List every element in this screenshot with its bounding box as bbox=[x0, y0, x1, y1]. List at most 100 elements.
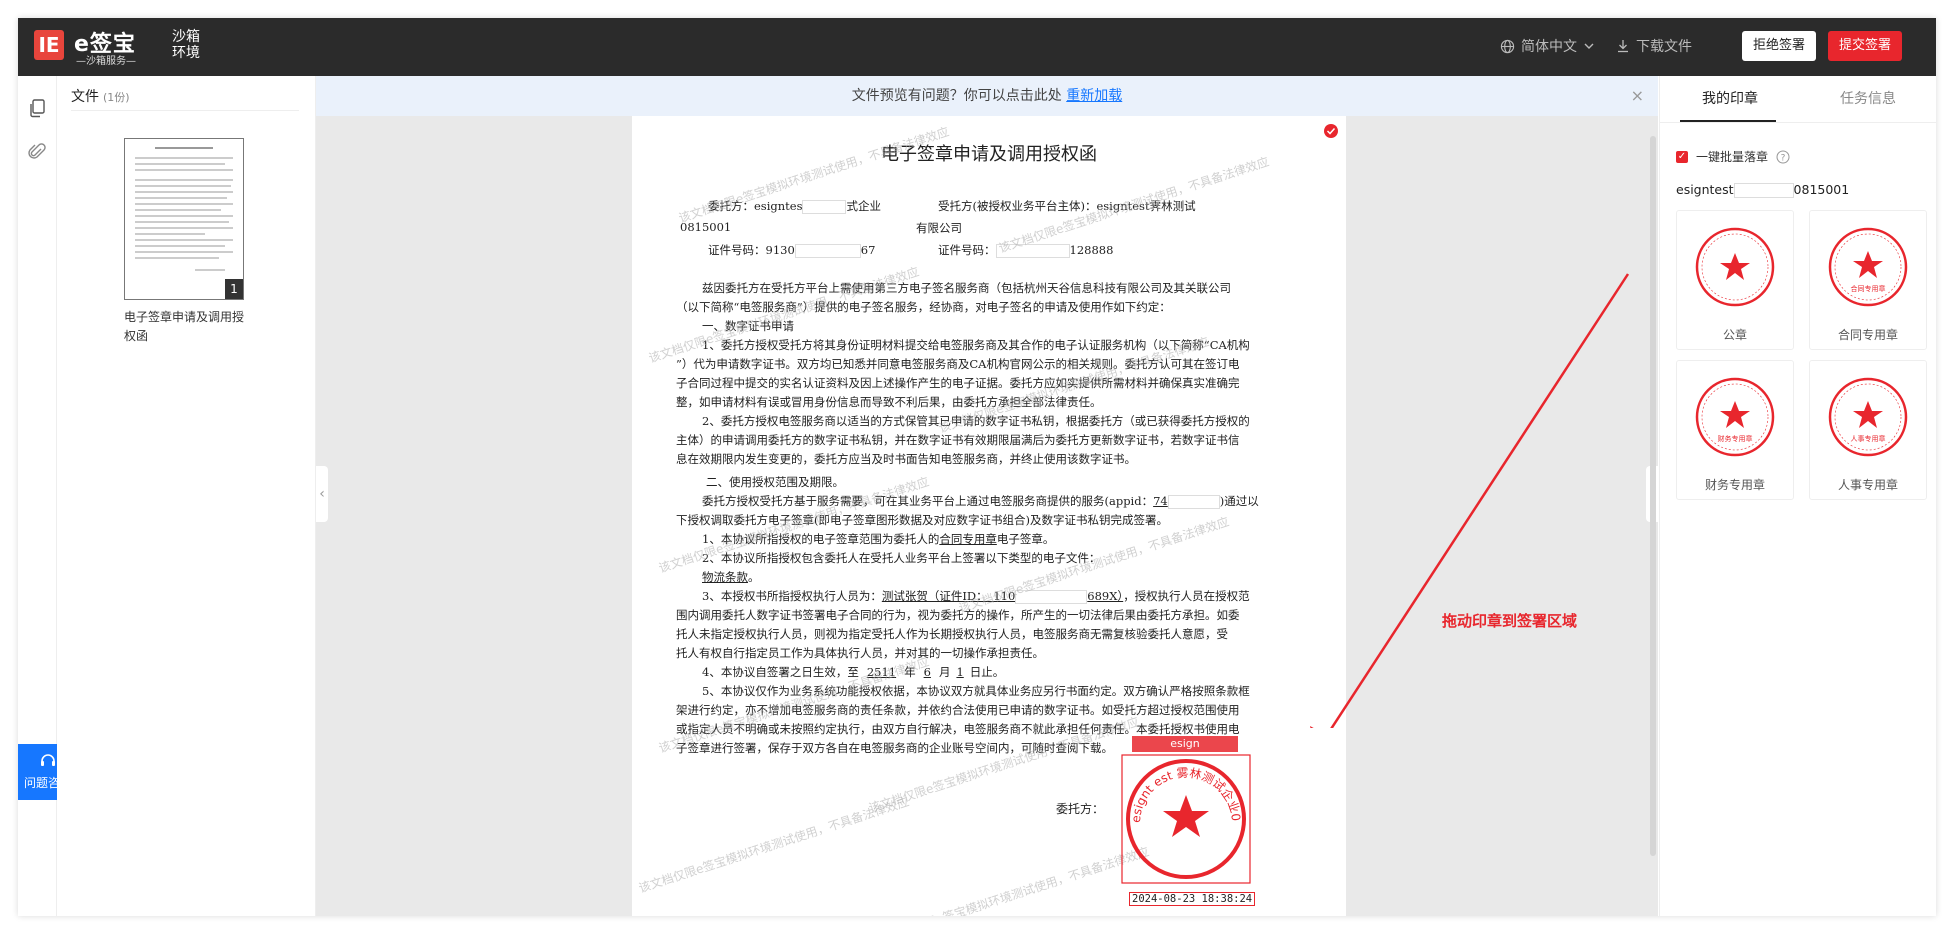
redaction bbox=[1733, 183, 1794, 198]
doc-text: 证件号码： bbox=[938, 243, 996, 257]
doc-text: 有限公司 bbox=[916, 221, 962, 235]
banner-text: 文件预览有问题？你可以点击此处 bbox=[851, 88, 1062, 104]
doc-text: 息在效期限内发生变更的，委托方应当及时书面告知电签服务商，并终止使用该数字证书。 bbox=[676, 452, 1136, 466]
page-number-badge: 1 bbox=[225, 279, 243, 299]
doc-text: 兹因委托方在受托方平台上需使用第三方电子签名服务商（包括杭州天谷信息科技有限公司… bbox=[702, 281, 1231, 295]
doc-text: 子合同过程中提交的实名认证资料及因上述操作产生的电子证据。委托方应如实提供所需材… bbox=[676, 376, 1240, 390]
doc-text: 围内调用委托人数字证书签署电子合同的行为，视为委托方的操作，所产生的一切法律后果… bbox=[676, 608, 1240, 622]
seal-image: 财务专用章 bbox=[1695, 377, 1775, 457]
seal-image: 人事专用章 bbox=[1828, 377, 1908, 457]
svg-text:?: ? bbox=[1781, 153, 1786, 163]
checkbox-checked-icon[interactable]: ✓ bbox=[1676, 150, 1688, 163]
scrollbar[interactable] bbox=[1650, 136, 1656, 856]
seal-card-finance[interactable]: 财务专用章 财务专用章 bbox=[1676, 360, 1794, 500]
svg-text:财务专用章: 财务专用章 bbox=[1718, 434, 1753, 443]
app-window: IE e签宝 —沙箱服务— 沙箱 环境 简体中文 下载文件 拒绝签署 提交签署 … bbox=[18, 18, 1936, 916]
doc-text: 物流条款 bbox=[702, 570, 748, 584]
placed-seal[interactable]: esignt est 雾林测试企业0815001 bbox=[1120, 753, 1252, 885]
doc-text: 证件号码：9130 bbox=[708, 243, 795, 257]
batch-seal-label: 一键批量落章 bbox=[1696, 150, 1769, 164]
batch-seal-option[interactable]: ✓ 一键批量落章 ? bbox=[1676, 148, 1790, 165]
doc-text: 74 bbox=[1153, 494, 1168, 508]
account-prefix: esigntest bbox=[1676, 182, 1734, 197]
seal-image bbox=[1695, 227, 1775, 307]
seal-card-hr[interactable]: 人事专用章 人事专用章 bbox=[1809, 360, 1927, 500]
svg-text:合同专用章: 合同专用章 bbox=[1851, 284, 1886, 293]
file-panel: 文件 (1份) 1 电子签章申请及调用授权函 bbox=[57, 76, 316, 916]
globe-icon bbox=[1500, 39, 1515, 53]
download-label: 下载文件 bbox=[1636, 39, 1692, 55]
doc-text: （以下简称“电签服务商”）提供的电子签名服务，经协商，对电子签名的申请及使用作如… bbox=[676, 300, 1171, 314]
doc-text: ，授权执行人员在授权范 bbox=[1123, 589, 1250, 603]
chevron-down-icon bbox=[1584, 43, 1594, 49]
doc-text: 2、本协议所指授权包含委托人在受托人业务平台上签署以下类型的电子文件： bbox=[702, 551, 1101, 565]
doc-text: 月 bbox=[938, 665, 951, 679]
reload-banner: 文件预览有问题？你可以点击此处 重新加载 × bbox=[316, 76, 1658, 116]
doc-text: )通过以 bbox=[1219, 494, 1259, 508]
divider bbox=[71, 110, 299, 111]
env-line2: 环境 bbox=[172, 45, 200, 61]
doc-text: 主体）的申请调用委托方的数字证书私钥，并在数字证书有效期限届满后为委托方更新数字… bbox=[676, 433, 1240, 447]
seal-name: 人事专用章 bbox=[1837, 478, 1898, 492]
seal-date: 2024-08-23 18:38:24 bbox=[1129, 892, 1256, 906]
svg-text:人事专用章: 人事专用章 bbox=[1851, 434, 1886, 443]
collapse-left-handle[interactable]: ‹ bbox=[316, 466, 328, 522]
entrust-label: 委托方： bbox=[1056, 802, 1105, 816]
redaction bbox=[1167, 495, 1220, 509]
language-label: 简体中文 bbox=[1521, 39, 1577, 55]
logo-subtitle: —沙箱服务— bbox=[76, 56, 136, 67]
doc-text: 托人有权自行指定员工作为具体执行人员，并对其的一切操作承担责任。 bbox=[676, 646, 1044, 660]
files-icon[interactable] bbox=[27, 98, 47, 118]
watermark: 该文档仅限e签宝模拟环境测试使用，不具备法律效应 bbox=[636, 794, 911, 896]
account-name: esigntest 0815001 bbox=[1676, 182, 1849, 198]
signature-check-icon bbox=[1324, 124, 1338, 138]
reload-link[interactable]: 重新加载 bbox=[1066, 88, 1122, 104]
account-suffix: 0815001 bbox=[1793, 182, 1850, 197]
drag-arrow-icon bbox=[1310, 273, 1630, 728]
seal-card-official[interactable]: 公章 bbox=[1676, 210, 1794, 350]
doc-text: 689X） bbox=[1087, 589, 1124, 603]
seal-name: 财务专用章 bbox=[1704, 478, 1765, 492]
doc-text: 委托方授权受托方基于服务需要，可在其业务平台上通过电签服务商提供的服务(appi… bbox=[702, 494, 1154, 508]
right-panel: 我的印章 任务信息 ✓ 一键批量落章 ? esigntest 0815001 公章… bbox=[1659, 76, 1936, 916]
doc-text: 二、使用授权范围及期限。 bbox=[706, 475, 844, 489]
close-icon[interactable]: × bbox=[1631, 76, 1644, 116]
doc-text: 。 bbox=[748, 570, 760, 584]
redaction bbox=[794, 244, 861, 258]
doc-text: 4、本协议自签署之日生效，至 bbox=[702, 665, 859, 679]
doc-text: 1 bbox=[956, 665, 964, 679]
env-label: 沙箱 环境 bbox=[172, 29, 200, 61]
file-panel-title: 文件 (1份) bbox=[71, 86, 130, 106]
seal-name: 公章 bbox=[1722, 328, 1747, 342]
attachment-icon[interactable] bbox=[27, 142, 47, 162]
download-button[interactable]: 下载文件 bbox=[1616, 36, 1692, 56]
watermark: 该文档仅限e签宝模拟环境测试使用，不具备法律效应 bbox=[876, 844, 1151, 916]
divider bbox=[1660, 122, 1936, 123]
doc-text: 托人未指定授权执行人员，则视为指定受托人作为长期授权执行人员，电签服务商无需复核… bbox=[676, 627, 1228, 641]
submit-sign-button[interactable]: 提交签署 bbox=[1828, 31, 1902, 61]
language-selector[interactable]: 简体中文 bbox=[1500, 36, 1595, 56]
seal-card-contract[interactable]: 合同专用章 合同专用章 bbox=[1809, 210, 1927, 350]
env-line1: 沙箱 bbox=[172, 29, 200, 45]
tab-task-info[interactable]: 任务信息 bbox=[1840, 88, 1896, 108]
top-bar: IE e签宝 —沙箱服务— 沙箱 环境 简体中文 下载文件 拒绝签署 提交签署 bbox=[18, 18, 1936, 76]
doc-text: 合同专用章 bbox=[939, 532, 997, 546]
file-title-text: 文件 bbox=[71, 89, 99, 105]
seal-image: 合同专用章 bbox=[1828, 227, 1908, 307]
help-circle-icon[interactable]: ? bbox=[1776, 150, 1790, 164]
stamp-tag[interactable]: esign bbox=[1132, 736, 1238, 752]
file-name[interactable]: 电子签章申请及调用授权函 bbox=[124, 308, 254, 346]
active-tab-indicator bbox=[1680, 120, 1776, 122]
doc-text: 下授权调取委托方电子签章(即电子签章图形数据及对应数字证书组合)及数字证书私钥完… bbox=[676, 513, 1168, 527]
tab-my-seals[interactable]: 我的印章 bbox=[1702, 88, 1758, 108]
reject-sign-button[interactable]: 拒绝签署 bbox=[1742, 31, 1816, 61]
headset-icon bbox=[41, 754, 55, 766]
doc-text: 式企业 bbox=[846, 199, 881, 213]
download-icon bbox=[1618, 40, 1628, 53]
doc-text: 日止。 bbox=[969, 665, 1005, 679]
doc-text: 128888 bbox=[1069, 243, 1114, 257]
file-thumbnail[interactable]: 1 bbox=[124, 138, 244, 300]
doc-text: 5、本协议仅作为业务系统功能授权依据，本协议双方就具体业务应另行书面约定。双方确… bbox=[702, 684, 1250, 698]
file-count: (1份) bbox=[103, 91, 130, 104]
doc-text: 电子签章。 bbox=[996, 532, 1055, 546]
